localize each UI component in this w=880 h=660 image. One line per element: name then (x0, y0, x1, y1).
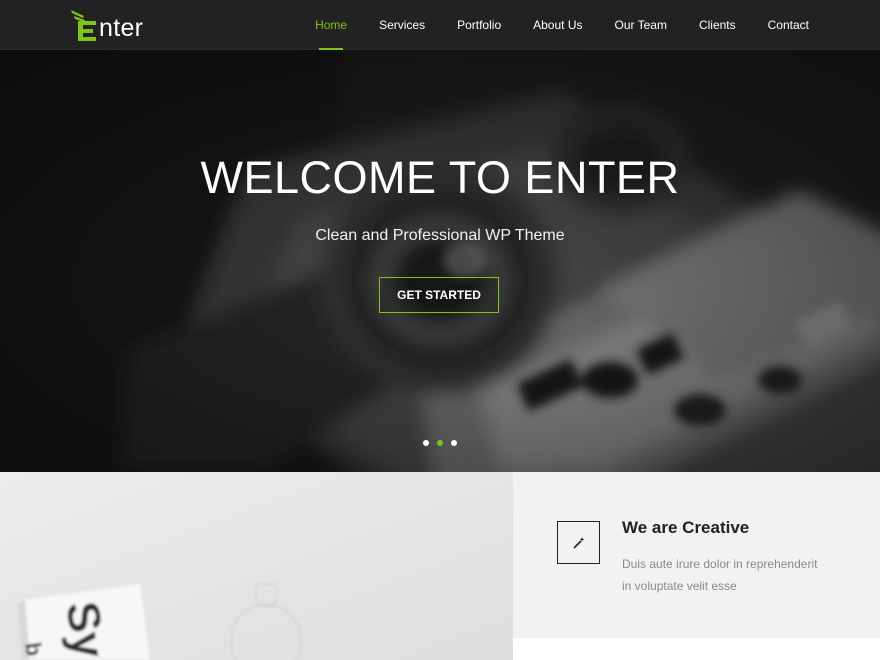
feature-panel: We are Creative Duis aute irure dolor in… (513, 472, 880, 638)
feature-image: Sy b (0, 472, 513, 660)
magic-wand-icon (572, 536, 584, 549)
slider-dot-3[interactable] (451, 440, 457, 446)
svg-text:Sy: Sy (56, 598, 115, 660)
nav-item-services[interactable]: Services (363, 0, 441, 50)
navbar: nter Home Services Portfolio About Us Ou… (0, 0, 880, 50)
nav-item-portfolio[interactable]: Portfolio (441, 0, 517, 50)
nav-item-our-team[interactable]: Our Team (598, 0, 682, 50)
nav-item-home[interactable]: Home (299, 0, 363, 50)
hero-subtitle: Clean and Professional WP Theme (315, 227, 565, 244)
feature-text: Duis aute irure dolor in reprehenderit i… (622, 557, 818, 593)
slider-dot-2[interactable] (437, 440, 443, 446)
nav-item-contact[interactable]: Contact (752, 0, 825, 50)
section-divider (513, 638, 880, 660)
slider-dot-1[interactable] (423, 440, 429, 446)
get-started-button[interactable]: GET STARTED (379, 277, 499, 313)
nav-item-clients[interactable]: Clients (683, 0, 752, 50)
feature-title: We are Creative (622, 518, 750, 537)
hero-overlay (0, 50, 880, 472)
nav-item-about-us[interactable]: About Us (517, 0, 598, 50)
logo-text: nter (99, 14, 144, 42)
feature-photo: Sy b (0, 472, 513, 660)
hero-title: WELCOME TO ENTER (200, 152, 680, 203)
site-logo[interactable]: nter (70, 6, 143, 42)
slider-pagination (0, 440, 880, 446)
main-nav: Home Services Portfolio About Us Our Tea… (299, 0, 825, 50)
winged-e-icon (71, 10, 96, 41)
feature-icon-box (557, 521, 600, 564)
hero-slider: WELCOME TO ENTER Clean and Professional … (0, 50, 880, 472)
